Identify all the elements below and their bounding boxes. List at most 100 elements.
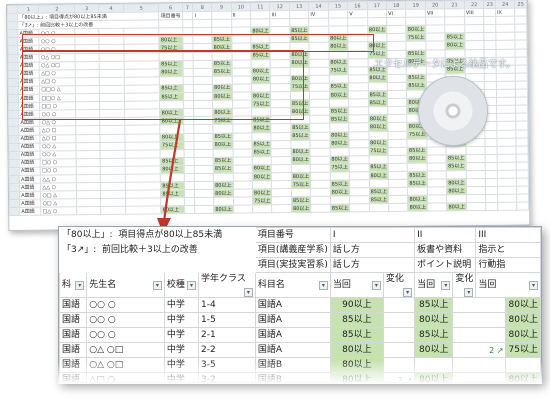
bg-score-cell: 85以上 bbox=[291, 196, 311, 205]
bg-empty-cell bbox=[272, 204, 292, 214]
cell-g3[interactable] bbox=[505, 357, 541, 373]
cell-g1[interactable]: 80以上 bbox=[329, 342, 384, 358]
zoomed-table-body: 国語 ○○ ○ 中学 1-4 国語A 90以上 85以上 80以上 国語 ○○ ○ 中学 1-5 国語A… bbox=[59, 297, 541, 382]
filter-dropdown-icon[interactable]: ▾ bbox=[441, 280, 451, 290]
cell-teacher[interactable]: ○○ ○ bbox=[86, 327, 165, 343]
cell-g1-change[interactable] bbox=[382, 297, 416, 313]
cell-g2-change[interactable] bbox=[452, 327, 507, 343]
col-header-g2-change[interactable]: 変化 ▾ bbox=[452, 272, 477, 298]
col-header-g1-change[interactable]: 変化 ▾ bbox=[382, 272, 416, 298]
cell-g2[interactable]: 80以上 bbox=[414, 312, 454, 328]
cell-g2[interactable]: 85以上 bbox=[414, 327, 454, 343]
col-header-subject[interactable]: 科目名 ▾ bbox=[254, 272, 331, 298]
bg-row-number bbox=[9, 175, 20, 184]
cell-teacher[interactable]: ○○ ○ bbox=[86, 297, 165, 313]
col-header-g2-current[interactable]: 当回 ▾ bbox=[414, 272, 454, 298]
cell-g1[interactable]: 85以上 bbox=[329, 327, 384, 343]
cell-g2-change[interactable] bbox=[452, 372, 507, 382]
filter-dropdown-icon[interactable]: ▾ bbox=[371, 280, 381, 290]
cell-dept[interactable]: 国語 bbox=[59, 312, 88, 328]
cell-dept[interactable]: 国語 bbox=[59, 342, 88, 358]
cell-teacher[interactable]: ○○ ○ bbox=[86, 312, 165, 328]
cell-class[interactable]: 1-5 bbox=[198, 312, 256, 328]
cell-subject[interactable]: 国語B bbox=[254, 372, 331, 382]
cell-g2[interactable]: 85以上 bbox=[414, 297, 454, 313]
cell-teacher[interactable]: ○△ ○□ bbox=[86, 357, 165, 373]
bg-empty-cell bbox=[232, 164, 253, 174]
bg-empty-cell bbox=[77, 206, 101, 216]
filter-dropdown-icon[interactable]: ▾ bbox=[243, 288, 253, 297]
bg-column-number: 18 bbox=[386, 1, 407, 10]
bg-empty-cell bbox=[271, 140, 291, 149]
cell-g2-change[interactable] bbox=[452, 357, 507, 373]
cell-g1[interactable]: 80以上 bbox=[329, 372, 384, 382]
bg-empty-cell bbox=[310, 147, 330, 157]
cell-school[interactable]: 中学 bbox=[163, 372, 200, 382]
cell-class[interactable]: 3-2 bbox=[198, 372, 256, 382]
cell-g2[interactable] bbox=[414, 357, 454, 373]
col-header-school[interactable]: 校種 ▾ bbox=[163, 272, 200, 298]
cell-subject[interactable]: 国語A bbox=[254, 342, 331, 358]
filter-dropdown-icon[interactable]: ▾ bbox=[403, 288, 413, 297]
filter-dropdown-icon[interactable]: ▾ bbox=[187, 280, 197, 290]
col-header-class[interactable]: 学年クラス ▾ bbox=[198, 272, 256, 298]
cell-school[interactable]: 中学 bbox=[163, 327, 200, 343]
cell-subject[interactable]: 国語B bbox=[254, 357, 331, 373]
bg-empty-cell bbox=[252, 156, 272, 165]
cell-g1-change[interactable] bbox=[382, 312, 416, 328]
cell-g1-change[interactable]: 2 ↗ bbox=[382, 372, 416, 382]
cell-dept[interactable]: 国語 bbox=[59, 357, 88, 373]
filter-dropdown-icon[interactable]: ▾ bbox=[152, 280, 162, 290]
filter-dropdown-icon[interactable]: ▾ bbox=[318, 280, 328, 290]
col-header-g1-current[interactable]: 当回 ▾ bbox=[329, 272, 384, 298]
cell-g1-change[interactable] bbox=[382, 357, 416, 373]
cell-school[interactable]: 中学 bbox=[163, 357, 200, 373]
cell-teacher[interactable]: ○△ ○□ bbox=[86, 342, 165, 358]
col-header-g3-current[interactable]: 当回 ▾ bbox=[475, 272, 541, 298]
cell-g2-change[interactable] bbox=[452, 297, 507, 313]
cell-dept[interactable]: 国語 bbox=[59, 297, 88, 313]
cell-school[interactable]: 中学 bbox=[163, 342, 200, 358]
cell-class[interactable]: 1-4 bbox=[198, 297, 256, 313]
cell-g1[interactable]: 85以上 bbox=[329, 312, 384, 328]
cell-class[interactable]: 2-1 bbox=[198, 327, 256, 343]
cell-teacher[interactable]: △□ ○ bbox=[86, 372, 165, 382]
cell-dept[interactable]: 国語 bbox=[59, 372, 88, 382]
cell-g3[interactable]: 80以上 bbox=[505, 372, 541, 382]
cell-dept[interactable]: 国語 bbox=[59, 327, 88, 343]
bg-empty-cell bbox=[271, 123, 291, 133]
bg-score-cell: 80以上 bbox=[330, 188, 350, 197]
cell-g2-change[interactable] bbox=[452, 312, 507, 328]
bg-dept-cell: A国語 bbox=[19, 167, 41, 176]
bg-dept-cell: A国語 bbox=[19, 158, 41, 168]
cell-subject[interactable]: 国語A bbox=[254, 312, 331, 328]
cell-g3[interactable]: 75以上 bbox=[505, 342, 541, 358]
cell-g1-change[interactable] bbox=[382, 342, 416, 358]
cell-class[interactable]: 2-2 bbox=[198, 342, 256, 358]
cell-g3[interactable]: 80以上 bbox=[505, 297, 541, 313]
cell-g2[interactable]: 80以上 bbox=[414, 372, 454, 382]
cell-g1-change[interactable] bbox=[382, 327, 416, 343]
bg-column-number: 12 bbox=[269, 2, 290, 11]
cell-class[interactable]: 3-5 bbox=[198, 357, 256, 373]
cell-subject[interactable]: 国語A bbox=[254, 297, 331, 313]
bg-empty-cell bbox=[76, 166, 101, 175]
bg-column-number: 16 bbox=[347, 1, 368, 11]
cell-subject[interactable]: 国語A bbox=[254, 327, 331, 343]
bg-row-number bbox=[7, 21, 18, 30]
cell-g3[interactable]: 80以上 bbox=[505, 312, 541, 328]
cell-school[interactable]: 中学 bbox=[163, 297, 200, 313]
cell-g1[interactable]: 90以上 bbox=[329, 297, 384, 313]
bg-empty-cell bbox=[329, 147, 350, 156]
filter-dropdown-icon[interactable]: ▾ bbox=[464, 288, 474, 297]
cell-g1[interactable]: 80以上 bbox=[329, 357, 384, 373]
cd-disc-icon bbox=[418, 76, 488, 146]
col-header-teacher[interactable]: 先生名 ▾ bbox=[86, 272, 165, 298]
cell-school[interactable]: 中学 bbox=[163, 312, 200, 328]
filter-dropdown-icon[interactable]: ▾ bbox=[529, 280, 538, 290]
cell-g2-change[interactable]: 2 ↗ bbox=[452, 342, 507, 358]
col-header-dept[interactable]: 科 ▾ bbox=[59, 272, 88, 298]
cell-g2[interactable]: 80以上 bbox=[414, 342, 454, 358]
filter-dropdown-icon[interactable]: ▾ bbox=[75, 280, 85, 290]
cell-g3[interactable]: 80以上 bbox=[505, 327, 541, 343]
